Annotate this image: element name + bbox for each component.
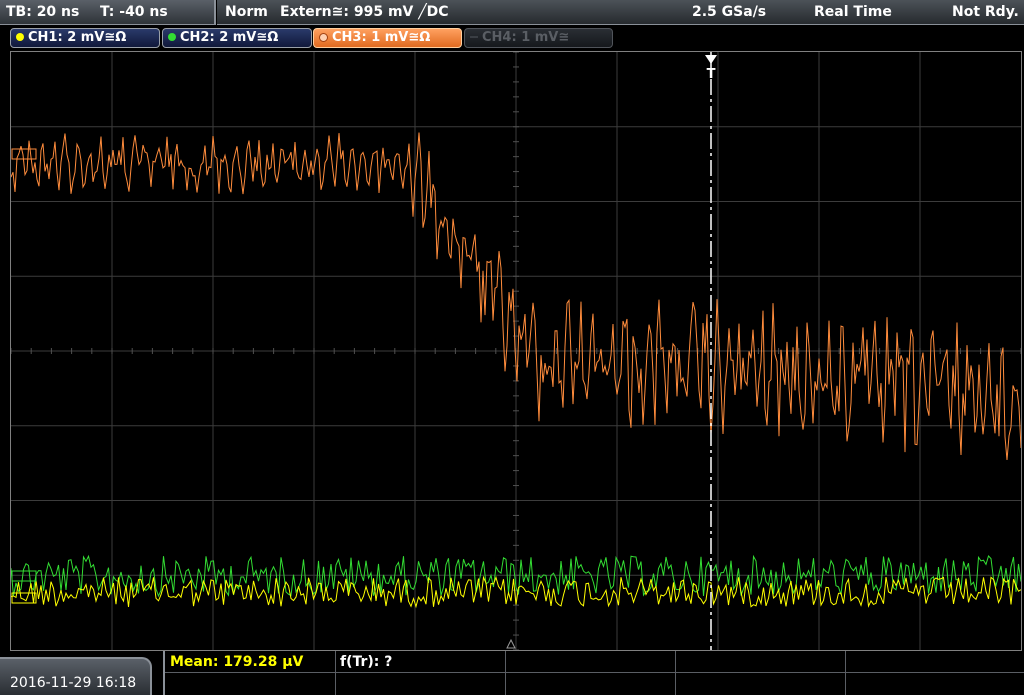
trigger-source-label: Extern≅: 995 mV ╱DC [280, 4, 449, 20]
channel-1-label: CH1: 2 mV≅Ω [28, 30, 127, 45]
waveform-canvas: T [11, 52, 1021, 650]
channel-2-label: CH2: 2 mV≅Ω [180, 30, 279, 45]
acquisition-status-label: Not Rdy. [952, 4, 1019, 20]
channel-4-button[interactable]: CH4: 1 mV≅ [464, 28, 613, 48]
datetime-label: 2016-11-29 16:18 [10, 675, 137, 691]
measurement-panel[interactable]: Mean: 179.28 µV f(Tr): ? [163, 651, 1024, 695]
trigger-panel[interactable]: Norm Extern≅: 995 mV ╱DC 2.5 GSa/s Real … [217, 0, 1024, 25]
measurement-divider-1 [335, 651, 336, 695]
measurement-function: f(Tr): ? [340, 654, 393, 670]
channel-4-indicator-icon [470, 36, 478, 38]
channel-3-label: CH3: 1 mV≅Ω [332, 30, 431, 45]
trigger-position-label: T [707, 67, 716, 82]
measurement-mean: Mean: 179.28 µV [170, 654, 304, 670]
channel-2-reference-marker [11, 570, 37, 582]
waveform-display[interactable]: T [10, 51, 1022, 651]
measurement-divider-3 [675, 651, 676, 695]
datetime-panel: 2016-11-29 16:18 [0, 657, 152, 695]
trigger-position-icon [705, 55, 717, 64]
measurement-divider-2 [505, 651, 506, 695]
channel-1-indicator-icon [16, 33, 24, 41]
time-reference-icon [506, 638, 516, 649]
channel-3-reference-marker [11, 148, 37, 160]
channel-1-button[interactable]: CH1: 2 mV≅Ω [10, 28, 160, 48]
measurement-divider-h [165, 672, 1024, 673]
graticule-grid [11, 52, 1021, 650]
bottom-bar: 2016-11-29 16:18 Mean: 179.28 µV f(Tr): … [0, 651, 1024, 695]
status-bar: TB: 20 ns T: -40 ns Norm Extern≅: 995 mV… [0, 0, 1024, 25]
timebase-panel[interactable]: TB: 20 ns T: -40 ns [0, 0, 216, 25]
channel-markers [11, 148, 37, 604]
acquisition-mode-label: Real Time [814, 4, 892, 20]
channel-3-button[interactable]: CH3: 1 mV≅Ω [313, 28, 462, 48]
trigger-mode-label: Norm [225, 4, 268, 20]
timebase-label: TB: 20 ns [6, 4, 80, 20]
sample-rate-label: 2.5 GSa/s [692, 4, 767, 20]
channel-2-indicator-icon [168, 33, 176, 41]
channel-2-button[interactable]: CH2: 2 mV≅Ω [162, 28, 312, 48]
channel-3-indicator-icon [319, 32, 328, 42]
measurement-divider-4 [845, 651, 846, 695]
channel-4-label: CH4: 1 mV≅ [482, 30, 570, 45]
trigger-time-label: T: -40 ns [100, 4, 168, 20]
